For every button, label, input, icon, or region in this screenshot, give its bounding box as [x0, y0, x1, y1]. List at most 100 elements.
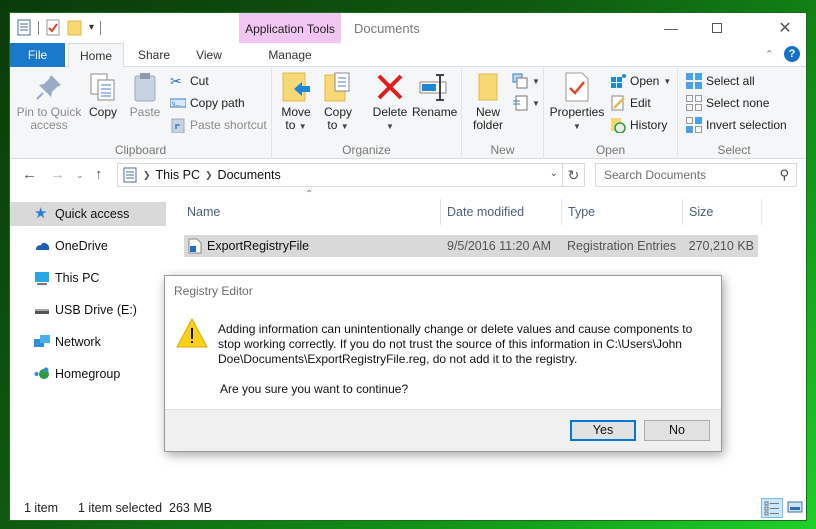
maximize-button[interactable] [694, 13, 740, 43]
help-icon[interactable]: ? [784, 46, 800, 62]
edit-button[interactable]: Edit [610, 93, 651, 113]
dialog-button-bar: Yes No [165, 409, 721, 451]
properties-button[interactable]: Properties ▼ [548, 71, 606, 133]
move-to-button[interactable]: Move to ▼ [278, 71, 314, 133]
history-button[interactable]: History [610, 115, 667, 135]
nav-item-usb-drive[interactable]: USB Drive (E:) [10, 298, 166, 322]
organize-group-label: Organize [342, 143, 391, 157]
new-item-icon [512, 73, 528, 89]
dropdown-caret-icon: ▼ [532, 98, 540, 108]
address-dropdown-icon[interactable]: ⌄ [550, 168, 558, 179]
properties-icon [565, 72, 589, 102]
dropdown-caret-icon: ▼ [573, 122, 581, 131]
paste-shortcut-button[interactable]: Paste shortcut [170, 115, 267, 135]
pin-label-line1: Pin to Quick [16, 105, 82, 119]
file-name: ExportRegistryFile [207, 239, 310, 253]
copy-path-icon: \\... [170, 98, 186, 108]
file-date: 9/5/2016 11:20 AM [447, 239, 552, 253]
paste-button[interactable]: Paste [126, 71, 164, 119]
invert-selection-icon [686, 117, 702, 133]
copy-to-icon [324, 72, 350, 102]
nav-item-onedrive[interactable]: OneDrive [10, 234, 166, 258]
pin-to-quick-access-button[interactable]: Pin to Quick access [16, 71, 82, 132]
collapse-ribbon-icon[interactable]: ⌃ [765, 48, 774, 61]
minimize-button[interactable]: — [648, 13, 694, 43]
ribbon-tab-bar: File Home Share View Manage [10, 43, 806, 68]
monitor-icon [35, 272, 49, 285]
cut-label: Cut [190, 74, 209, 88]
select-none-button[interactable]: Select none [686, 93, 769, 113]
column-header-name[interactable]: Name [182, 199, 441, 225]
nav-item-network[interactable]: Network [10, 330, 166, 354]
column-header-type[interactable]: Type [563, 199, 683, 225]
nav-item-this-pc[interactable]: This PC [10, 266, 166, 290]
copy-path-button[interactable]: \\... Copy path [170, 93, 245, 113]
dropdown-caret-icon: ▼ [532, 76, 540, 86]
nav-item-homegroup[interactable]: Homegroup [10, 362, 166, 386]
invert-selection-label: Invert selection [706, 118, 787, 132]
properties-icon[interactable] [45, 19, 61, 36]
open-button[interactable]: Open ▼ [610, 71, 671, 91]
breadcrumb-this-pc[interactable]: This PC [156, 168, 200, 182]
select-none-label: Select none [706, 96, 770, 110]
open-group: Properties ▼ Open ▼ Edit History Open [544, 67, 678, 159]
up-button[interactable]: ↑ [95, 166, 103, 183]
file-row[interactable]: ExportRegistryFile 9/5/2016 11:20 AM Reg… [184, 235, 758, 257]
delete-button[interactable]: Delete ▼ [370, 71, 410, 133]
refresh-button[interactable]: ↻ [563, 163, 585, 187]
nav-item-quick-access[interactable]: ★ Quick access [10, 202, 166, 226]
tab-home[interactable]: Home [68, 43, 124, 68]
drive-icon [35, 309, 49, 314]
edit-label: Edit [630, 96, 651, 110]
large-icons-view-button[interactable] [785, 498, 807, 518]
select-none-icon [686, 95, 702, 111]
tab-file[interactable]: File [10, 43, 65, 67]
forward-button[interactable]: → [50, 166, 65, 183]
search-input[interactable]: Search Documents ⚲ [595, 163, 797, 187]
open-group-label: Open [595, 143, 626, 157]
copy-path-label: Copy path [190, 96, 245, 110]
clipboard-group: Pin to Quick access Copy Paste ✂ Cut \\.… [10, 67, 272, 159]
dropdown-caret-icon: ▼ [663, 76, 672, 86]
breadcrumb-chevron-icon[interactable]: ❯ [205, 170, 213, 181]
close-button[interactable]: ✕ [762, 13, 808, 43]
details-view-button[interactable] [761, 498, 783, 518]
select-group: Select all Select none Invert selection … [678, 67, 790, 159]
new-folder-icon[interactable] [67, 19, 83, 36]
invert-selection-button[interactable]: Invert selection [686, 115, 787, 135]
navigation-bar: ← → ⌄ ↑ ❯ This PC ❯ Documents ⌄ ↻ Search… [10, 160, 806, 192]
dialog-title: Registry Editor [174, 284, 253, 298]
file-type: Registration Entries [567, 239, 677, 253]
no-button[interactable]: No [644, 420, 710, 441]
customize-toolbar-icon[interactable]: ▾ [89, 22, 94, 33]
tab-manage[interactable]: Manage [239, 43, 341, 67]
selection-info: 1 item selected 263 MB [78, 501, 213, 515]
yes-button[interactable]: Yes [570, 420, 636, 441]
edit-icon [611, 95, 625, 111]
tab-view[interactable]: View [184, 43, 234, 67]
breadcrumb-documents[interactable]: Documents [218, 168, 281, 182]
column-header-date-modified[interactable]: Date modified [442, 199, 562, 225]
back-button[interactable]: ← [22, 166, 37, 183]
address-bar[interactable]: ❯ This PC ❯ Documents ⌄ [117, 163, 563, 187]
copy-to-button[interactable]: Copy to ▼ [320, 71, 356, 133]
dropdown-caret-icon: ▼ [340, 122, 349, 131]
recent-locations-button[interactable]: ⌄ [76, 170, 84, 181]
copy-button[interactable]: Copy [86, 71, 120, 119]
toolbar-separator [100, 20, 102, 35]
copy-to-label-line2: to [327, 118, 338, 132]
cut-button[interactable]: ✂ Cut [170, 71, 209, 91]
properties-label: Properties [549, 105, 605, 119]
rename-label: Rename [412, 105, 458, 119]
select-all-button[interactable]: Select all [686, 71, 755, 91]
easy-access-button[interactable]: ▼ [512, 93, 540, 113]
file-size: 270,210 KB [688, 239, 754, 253]
document-icon[interactable] [16, 19, 32, 36]
copy-to-label-line1: Copy [323, 105, 352, 119]
tab-share[interactable]: Share [128, 43, 180, 67]
breadcrumb-chevron-icon[interactable]: ❯ [143, 170, 151, 181]
new-item-button[interactable]: ▼ [512, 71, 540, 91]
rename-button[interactable]: Rename [412, 71, 458, 119]
new-folder-button[interactable]: New folder [468, 71, 508, 132]
column-header-size[interactable]: Size [684, 199, 762, 225]
